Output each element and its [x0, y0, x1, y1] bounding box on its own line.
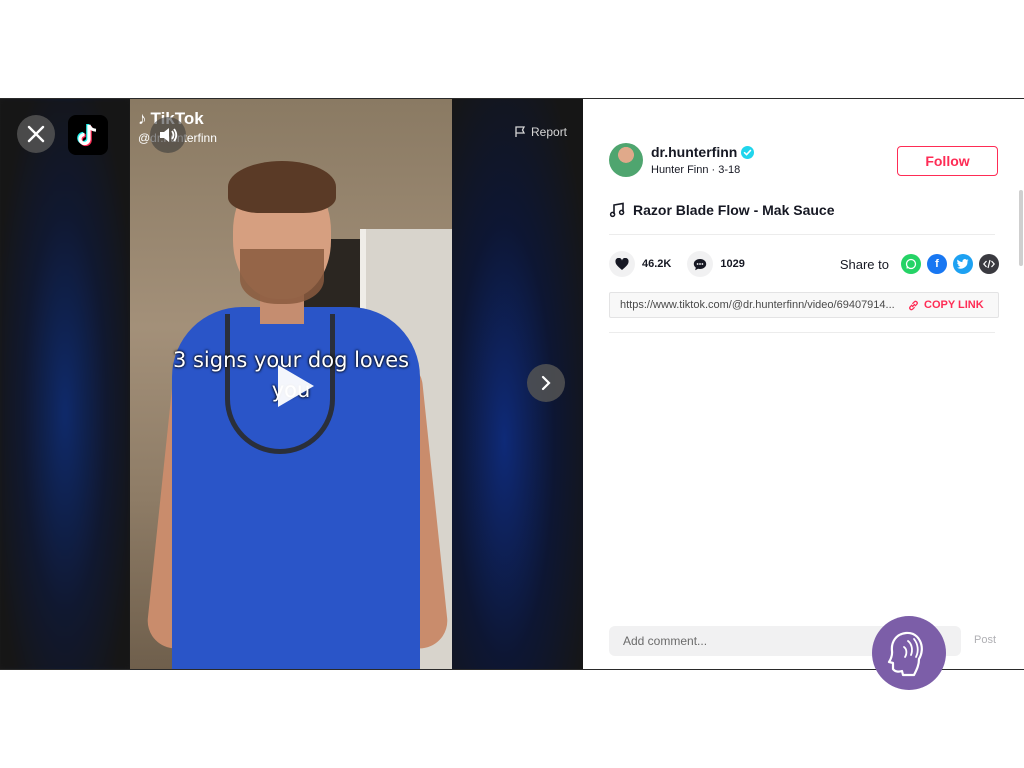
volume-button[interactable] — [150, 117, 186, 153]
comment-stat[interactable]: 1029 — [687, 251, 745, 277]
whatsapp-icon[interactable] — [901, 254, 921, 274]
music-note-icon: ♪ — [138, 109, 147, 128]
author-username[interactable]: dr.hunterfinn — [651, 144, 755, 160]
video-player[interactable]: ♪ TikTok @dr.hunterfinn 3 signs your dog… — [0, 99, 583, 669]
report-button[interactable]: Report — [514, 125, 567, 139]
avatar[interactable] — [609, 143, 643, 177]
heart-icon[interactable] — [609, 251, 635, 277]
tiktok-logo-icon[interactable] — [68, 115, 108, 155]
embed-icon[interactable] — [979, 254, 999, 274]
close-button[interactable] — [17, 115, 55, 153]
report-label: Report — [531, 125, 568, 139]
comment-count: 1029 — [720, 258, 745, 270]
flag-icon — [515, 126, 526, 137]
next-video-button[interactable] — [527, 364, 565, 402]
music-title: Razor Blade Flow - Mak Sauce — [633, 202, 835, 218]
music-track[interactable]: Razor Blade Flow - Mak Sauce — [609, 202, 835, 218]
share-label: Share to — [839, 256, 889, 272]
like-count: 46.2K — [642, 258, 672, 270]
comment-icon[interactable] — [687, 251, 714, 277]
copy-link-label: COPY LINK — [924, 299, 984, 311]
follow-button[interactable]: Follow — [897, 146, 998, 176]
divider — [609, 234, 995, 235]
assistant-badge-icon[interactable] — [872, 616, 946, 690]
divider — [609, 332, 995, 333]
link-icon — [909, 300, 918, 310]
video-link-box[interactable]: https://www.tiktok.com/@dr.hunterfinn/vi… — [609, 292, 999, 318]
speaker-icon — [160, 128, 178, 142]
engagement-row: 46.2K 1029 Share to f — [609, 251, 999, 277]
scrollbar[interactable] — [1019, 190, 1023, 266]
post-comment-button[interactable]: Post — [974, 634, 996, 646]
facebook-icon[interactable]: f — [927, 254, 947, 274]
copy-link-button[interactable]: COPY LINK — [908, 299, 984, 311]
video-info-panel: dr.hunterfinn Hunter Finn · 3-18 Follow … — [583, 99, 1024, 669]
music-note-icon — [609, 202, 625, 218]
video-detail-modal: ♪ TikTok @dr.hunterfinn 3 signs your dog… — [0, 98, 1024, 670]
video-blur-background-left — [0, 99, 130, 669]
twitter-icon[interactable] — [953, 254, 973, 274]
chevron-right-icon — [541, 375, 551, 391]
verified-badge-icon — [741, 145, 755, 159]
author-nickname-date: Hunter Finn · 3-18 — [651, 164, 741, 176]
video-scene-beard — [240, 249, 324, 304]
like-stat[interactable]: 46.2K — [609, 251, 671, 277]
video-scene-hair — [228, 161, 336, 213]
close-icon — [27, 125, 45, 143]
play-icon[interactable] — [272, 361, 318, 411]
video-link-url[interactable]: https://www.tiktok.com/@dr.hunterfinn/vi… — [610, 299, 900, 311]
